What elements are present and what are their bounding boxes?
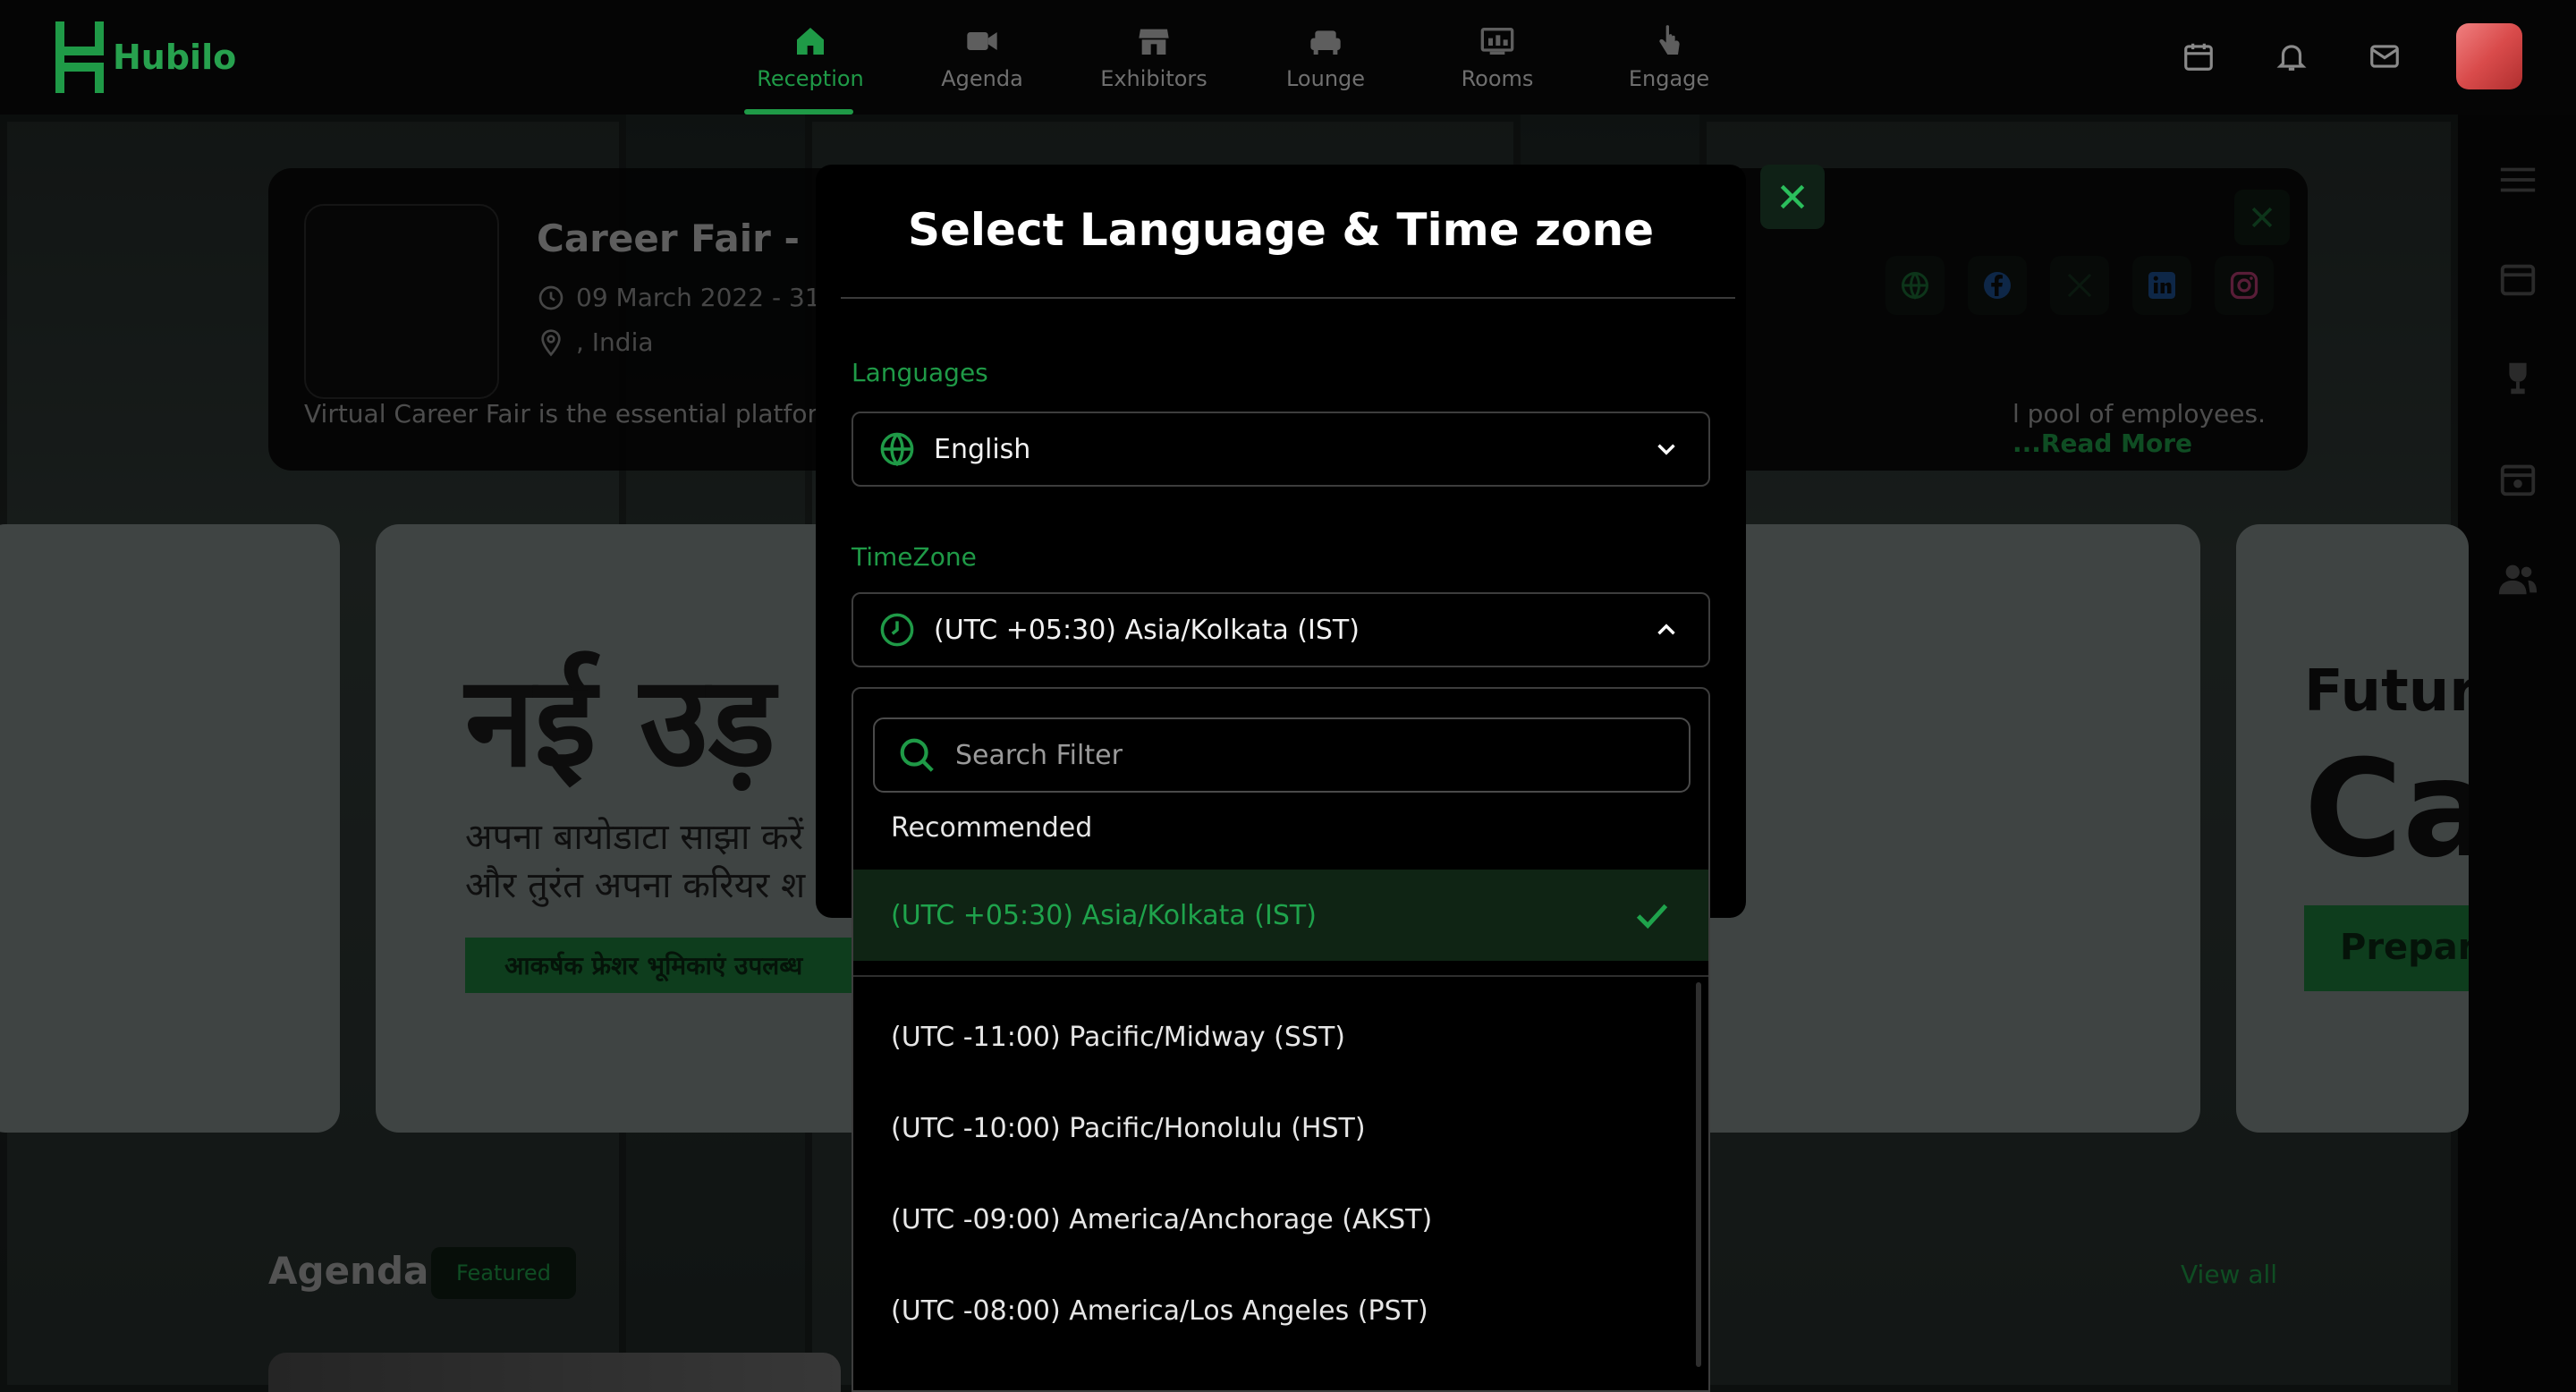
nav-tab-label: Engage — [1628, 66, 1710, 91]
timezone-option[interactable]: (UTC -09:00) America/Anchorage (AKST) — [891, 1204, 1432, 1235]
nav-tab-label: Lounge — [1285, 66, 1366, 91]
nav-tab-rooms[interactable]: Rooms — [1411, 0, 1583, 115]
video-icon — [967, 32, 997, 50]
nav-tab-agenda[interactable]: Agenda — [896, 0, 1068, 115]
timezone-dropdown: Recommended (UTC +05:30) Asia/Kolkata (I… — [852, 687, 1710, 1392]
nav-tab-label: Rooms — [1461, 66, 1534, 91]
globe-icon — [880, 432, 914, 467]
timezone-option-label: (UTC +05:30) Asia/Kolkata (IST) — [891, 899, 1317, 931]
timezone-option-selected[interactable]: (UTC +05:30) Asia/Kolkata (IST) — [853, 870, 1708, 961]
dropdown-scrollbar[interactable] — [1696, 982, 1701, 1367]
calendar-button[interactable] — [2177, 35, 2220, 78]
languages-label: Languages — [852, 358, 988, 387]
search-filter-input[interactable] — [955, 739, 1689, 771]
language-select[interactable]: English — [852, 412, 1710, 487]
nav-tab-label: Agenda — [941, 66, 1023, 91]
nav-tab-engage[interactable]: Engage — [1583, 0, 1755, 115]
timezone-search — [873, 717, 1690, 793]
hubilo-logo-icon — [55, 21, 104, 93]
mail-icon — [2370, 45, 2399, 68]
home-icon — [797, 28, 824, 55]
messages-button[interactable] — [2363, 35, 2406, 78]
chevron-down-icon — [1657, 444, 1675, 455]
language-select-value: English — [934, 433, 1031, 465]
brand-logo[interactable]: Hubilo — [55, 21, 236, 93]
touch-icon — [1659, 25, 1680, 55]
notifications-button[interactable] — [2270, 35, 2313, 78]
user-avatar[interactable] — [2456, 23, 2522, 89]
timezone-option[interactable]: (UTC -10:00) Pacific/Honolulu (HST) — [891, 1113, 1366, 1144]
chevron-up-icon — [1657, 624, 1675, 635]
sofa-icon — [1310, 30, 1341, 55]
top-navbar: Hubilo Reception Agenda Exhibitors Loung… — [0, 0, 2576, 115]
modal-close-button[interactable] — [1760, 165, 1825, 229]
brand-name: Hubilo — [113, 38, 237, 77]
nav-tab-lounge[interactable]: Lounge — [1240, 0, 1411, 115]
options-divider — [853, 975, 1708, 977]
recommended-heading: Recommended — [891, 812, 1093, 844]
nav-tab-reception[interactable]: Reception — [724, 0, 896, 115]
bell-icon — [2276, 45, 2307, 71]
calendar-icon — [2184, 43, 2213, 71]
nav-tab-label: Exhibitors — [1100, 66, 1208, 91]
nav-right-actions — [2177, 23, 2522, 89]
checkmark-icon — [1636, 904, 1668, 929]
screen-icon — [1480, 28, 1514, 55]
modal-title: Select Language & Time zone — [908, 204, 1654, 256]
timezone-select[interactable]: (UTC +05:30) Asia/Kolkata (IST) — [852, 592, 1710, 667]
store-icon — [1139, 29, 1169, 55]
timezone-option[interactable]: (UTC -11:00) Pacific/Midway (SST) — [891, 1022, 1345, 1053]
close-icon — [1780, 184, 1805, 209]
modal-divider — [841, 297, 1735, 299]
nav-tab-label: Reception — [757, 66, 864, 91]
timezone-option[interactable]: (UTC -08:00) America/Los Angeles (PST) — [891, 1295, 1428, 1327]
main-nav-tabs: Reception Agenda Exhibitors Lounge Rooms… — [724, 0, 1755, 115]
search-icon — [900, 738, 934, 772]
timezone-label: TimeZone — [852, 542, 977, 572]
nav-tab-exhibitors[interactable]: Exhibitors — [1068, 0, 1240, 115]
timezone-select-value: (UTC +05:30) Asia/Kolkata (IST) — [934, 614, 1360, 646]
clock-icon — [880, 613, 914, 647]
